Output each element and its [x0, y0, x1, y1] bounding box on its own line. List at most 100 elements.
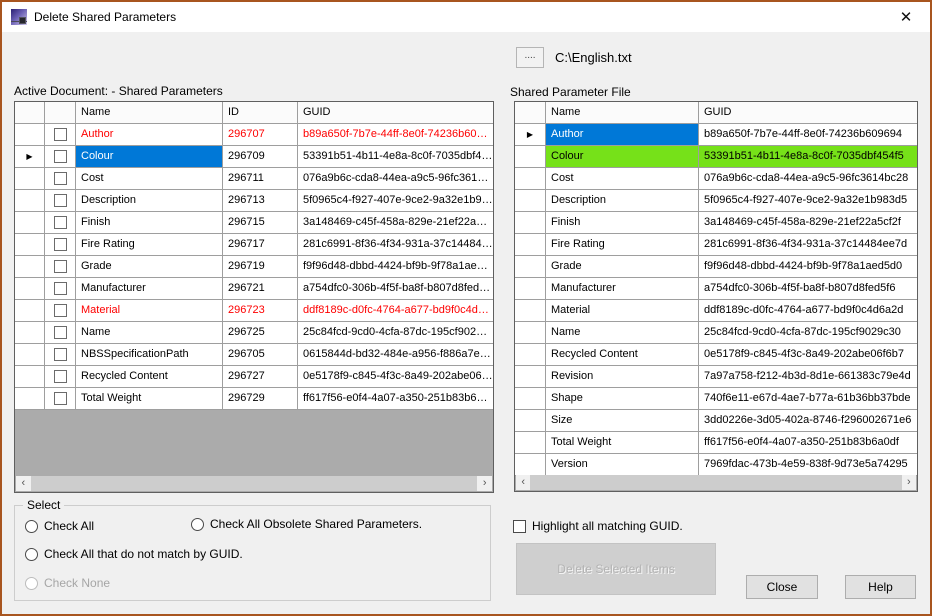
radio-label[interactable]: Check All Obsolete Shared Parameters. [210, 517, 422, 531]
checkbox-cell[interactable] [45, 234, 76, 255]
guid-cell[interactable]: 53391b51-4b11-4e8a-8c0f-7035dbf454f5 [699, 146, 917, 167]
id-cell[interactable]: 296705 [223, 344, 298, 365]
checkbox-cell[interactable] [45, 388, 76, 409]
name-cell[interactable]: NBSSpecificationPath [76, 344, 223, 365]
row-selector-cell[interactable]: ▶ [15, 344, 45, 365]
table-row[interactable]: ▶ Grade 296719 f9f96d48-dbbd-4424-bf9b-9… [15, 256, 493, 278]
radio-icon[interactable] [25, 547, 38, 561]
id-cell[interactable]: 296723 [223, 300, 298, 321]
checkbox-cell[interactable] [45, 322, 76, 343]
name-column-header[interactable]: Name [76, 102, 223, 123]
checkbox-cell[interactable] [45, 124, 76, 145]
checkbox-cell[interactable] [45, 344, 76, 365]
guid-cell[interactable]: 281c6991-8f36-4f34-931a-37c14484ee7d [298, 234, 493, 255]
row-selector-cell[interactable]: ▶ [15, 322, 45, 343]
row-selector-cell[interactable]: ▶ [15, 168, 45, 189]
id-cell[interactable]: 296709 [223, 146, 298, 167]
row-selector-cell[interactable]: ▶ [15, 146, 45, 167]
id-cell[interactable]: 296727 [223, 366, 298, 387]
row-checkbox[interactable] [53, 172, 67, 185]
guid-cell[interactable]: 740f6e11-e67d-4ae7-b77a-61b36bb37bde [699, 388, 917, 409]
checkbox-column-header[interactable] [45, 102, 76, 123]
row-selector-cell[interactable]: ▶ [15, 256, 45, 277]
name-cell[interactable]: Manufacturer [76, 278, 223, 299]
close-button[interactable]: Close [746, 575, 818, 599]
guid-cell[interactable]: ff617f56-e0f4-4a07-a350-251b83b6a0df [699, 432, 917, 453]
name-cell[interactable]: Material [546, 300, 699, 321]
name-cell[interactable]: Recycled Content [546, 344, 699, 365]
row-checkbox[interactable] [53, 238, 67, 251]
guid-column-header[interactable]: GUID [298, 102, 493, 123]
id-cell[interactable]: 296713 [223, 190, 298, 211]
guid-cell[interactable]: a754dfc0-306b-4f5f-ba8f-b807d8fed5f6 [298, 278, 493, 299]
id-cell[interactable]: 296717 [223, 234, 298, 255]
name-cell[interactable]: Author [546, 124, 699, 145]
name-cell[interactable]: Colour [76, 146, 223, 167]
scroll-left-icon[interactable]: ‹ [516, 475, 530, 490]
id-cell[interactable]: 296715 [223, 212, 298, 233]
name-cell[interactable]: Fire Rating [76, 234, 223, 255]
row-selector-cell[interactable]: ▶ [515, 234, 546, 255]
checkbox-cell[interactable] [45, 300, 76, 321]
row-checkbox[interactable] [53, 128, 67, 141]
name-column-header[interactable]: Name [546, 102, 699, 123]
table-row[interactable]: ▶ Manufacturer a754dfc0-306b-4f5f-ba8f-b… [515, 278, 917, 300]
name-cell[interactable]: Grade [546, 256, 699, 277]
table-row[interactable]: ▶ Total Weight ff617f56-e0f4-4a07-a350-2… [515, 432, 917, 454]
id-cell[interactable]: 296729 [223, 388, 298, 409]
name-cell[interactable]: Description [76, 190, 223, 211]
name-cell[interactable]: Name [546, 322, 699, 343]
row-checkbox[interactable] [53, 260, 67, 273]
radio-icon[interactable] [191, 517, 204, 531]
guid-cell[interactable]: 0615844d-bd32-484e-a956-f886a7e3f... [298, 344, 493, 365]
guid-cell[interactable]: b89a650f-7b7e-44ff-8e0f-74236b609694 [298, 124, 493, 145]
guid-cell[interactable]: 3dd0226e-3d05-402a-8746-f296002671e6 [699, 410, 917, 431]
scrollbar-thumb[interactable] [530, 475, 902, 490]
checkbox-cell[interactable] [45, 278, 76, 299]
table-row[interactable]: ▶ Fire Rating 281c6991-8f36-4f34-931a-37… [515, 234, 917, 256]
row-checkbox[interactable] [53, 348, 67, 361]
table-row[interactable]: ▶ Name 25c84fcd-9cd0-4cfa-87dc-195cf9029… [515, 322, 917, 344]
name-cell[interactable]: Name [76, 322, 223, 343]
table-row[interactable]: ▶ Recycled Content 296727 0e5178f9-c845-… [15, 366, 493, 388]
row-selector-cell[interactable]: ▶ [515, 168, 546, 189]
table-row[interactable]: ▶ Material ddf8189c-d0fc-4764-a677-bd9f0… [515, 300, 917, 322]
table-row[interactable]: ▶ Size 3dd0226e-3d05-402a-8746-f29600267… [515, 410, 917, 432]
id-cell[interactable]: 296725 [223, 322, 298, 343]
guid-cell[interactable]: 5f0965c4-f927-407e-9ce2-9a32e1b983d5 [699, 190, 917, 211]
row-selector-cell[interactable]: ▶ [15, 388, 45, 409]
id-cell[interactable]: 296721 [223, 278, 298, 299]
row-selector-cell[interactable]: ▶ [515, 322, 546, 343]
row-selector-cell[interactable]: ▶ [515, 454, 546, 475]
highlight-matching-guid-checkbox[interactable]: Highlight all matching GUID. [513, 519, 683, 533]
guid-cell[interactable]: 0e5178f9-c845-4f3c-8a49-202abe06f6b7 [699, 344, 917, 365]
table-row[interactable]: ▶ Recycled Content 0e5178f9-c845-4f3c-8a… [515, 344, 917, 366]
row-selector-cell[interactable]: ▶ [515, 190, 546, 211]
row-selector-cell[interactable]: ▶ [515, 344, 546, 365]
checkbox-cell[interactable] [45, 146, 76, 167]
checkbox-cell[interactable] [45, 168, 76, 189]
guid-column-header[interactable]: GUID [699, 102, 917, 123]
guid-cell[interactable]: 7a97a758-f212-4b3d-8d1e-661383c79e4d [699, 366, 917, 387]
row-selector-cell[interactable]: ▶ [15, 234, 45, 255]
row-selector-cell[interactable]: ▶ [515, 124, 546, 145]
name-cell[interactable]: Grade [76, 256, 223, 277]
row-checkbox[interactable] [53, 370, 67, 383]
table-row[interactable]: ▶ Finish 296715 3a148469-c45f-458a-829e-… [15, 212, 493, 234]
guid-cell[interactable]: f9f96d48-dbbd-4424-bf9b-9f78a1aed5d0 [699, 256, 917, 277]
checkbox-cell[interactable] [45, 366, 76, 387]
checkbox-label[interactable]: Highlight all matching GUID. [532, 519, 683, 533]
guid-cell[interactable]: b89a650f-7b7e-44ff-8e0f-74236b609694 [699, 124, 917, 145]
table-row[interactable]: ▶ Shape 740f6e11-e67d-4ae7-b77a-61b36bb3… [515, 388, 917, 410]
guid-cell[interactable]: 53391b51-4b11-4e8a-8c0f-7035dbf454f5 [298, 146, 493, 167]
id-cell[interactable]: 296719 [223, 256, 298, 277]
name-cell[interactable]: Colour [546, 146, 699, 167]
id-cell[interactable]: 296707 [223, 124, 298, 145]
name-cell[interactable]: Finish [546, 212, 699, 233]
table-row[interactable]: ▶ Description 5f0965c4-f927-407e-9ce2-9a… [515, 190, 917, 212]
radio-icon[interactable] [25, 519, 38, 533]
name-cell[interactable]: Total Weight [76, 388, 223, 409]
checkbox-icon[interactable] [513, 519, 526, 533]
row-checkbox[interactable] [53, 282, 67, 295]
guid-cell[interactable]: 5f0965c4-f927-407e-9ce2-9a32e1b983d5 [298, 190, 493, 211]
